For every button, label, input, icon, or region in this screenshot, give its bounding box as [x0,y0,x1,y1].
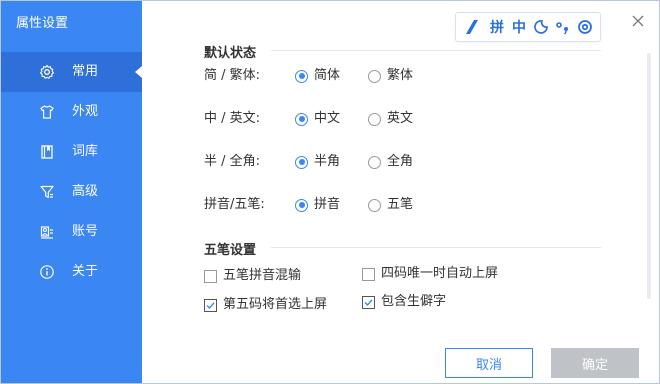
scrollbar[interactable] [647,53,651,299]
checkbox-box [362,267,375,281]
section-divider [271,50,601,51]
radio-chinese[interactable]: 中文 [295,111,340,127]
gear-icon [39,64,55,80]
radio-label: 中文 [314,111,341,126]
radio-circle [368,69,381,83]
radio-half-width[interactable]: 半角 [295,154,340,170]
sidebar-item-advanced[interactable]: 高级 [1,172,142,212]
radio-traditional[interactable]: 繁体 [368,68,413,84]
ok-button[interactable]: 确定 [551,348,639,378]
window-title: 属性设置 [16,16,69,31]
settings-window: 属性设置 常用 外观 词库 高级 账号 关于 拼 中 默认状态 简 / 繁体: … [0,0,660,384]
check-icon [364,298,373,306]
sidebar-item-label: 词库 [72,144,99,159]
checkbox-wubi-pinyin-mixed[interactable]: 五笔拼音混输 [204,268,301,284]
row-label-half-full-width: 半 / 全角: [204,154,261,169]
row-label-simplified-traditional: 简 / 繁体: [204,68,261,83]
checkbox-label: 五笔拼音混输 [223,268,302,283]
radio-circle [368,155,381,169]
radio-label: 五笔 [387,197,414,212]
settings-icon[interactable] [577,18,593,36]
row-label-chinese-english: 中 / 英文: [204,111,261,126]
account-icon [39,224,55,240]
radio-wubi[interactable]: 五笔 [368,197,413,213]
radio-label: 繁体 [387,68,414,83]
checkbox-four-code-auto-commit[interactable]: 四码唯一时自动上屏 [362,266,498,282]
filter-icon [39,184,55,200]
sidebar-item-label: 关于 [72,264,99,279]
radio-label: 拼音 [314,197,341,212]
sidebar-item-label: 高级 [72,184,99,199]
active-indicator [135,66,142,78]
radio-label: 简体 [314,68,341,83]
radio-circle [295,155,308,169]
radio-label: 半角 [314,154,341,169]
radio-simplified[interactable]: 简体 [295,68,340,84]
checkbox-box [204,269,217,283]
radio-circle [368,198,381,212]
radio-english[interactable]: 英文 [368,111,413,127]
cancel-button[interactable]: 取消 [445,348,533,378]
radio-label: 全角 [387,154,414,169]
book-icon [39,144,55,160]
info-icon [39,264,55,280]
checkbox-label: 第五码将首选上屏 [223,297,328,312]
sidebar: 属性设置 常用 外观 词库 高级 账号 关于 [1,1,142,383]
close-icon[interactable] [630,13,646,29]
sidebar-item-dictionary[interactable]: 词库 [1,132,142,172]
radio-pinyin[interactable]: 拼音 [295,197,340,213]
radio-circle [368,112,381,126]
moon-icon[interactable] [533,18,549,36]
checkbox-box [204,298,217,312]
logo-icon [464,18,480,36]
radio-circle [295,198,308,212]
sidebar-item-general[interactable]: 常用 [1,52,142,92]
section-divider [271,247,601,248]
sidebar-item-label: 账号 [72,224,99,239]
sidebar-item-label: 常用 [72,64,99,79]
pinyin-mode-label[interactable]: 拼 [489,18,505,36]
checkbox-include-rare-chars[interactable]: 包含生僻字 [362,294,446,310]
ime-toolbar-preview: 拼 中 [455,12,601,42]
row-label-pinyin-wubi: 拼音/五笔: [204,197,265,212]
check-icon [206,301,215,309]
radio-circle [295,69,308,83]
checkbox-box [362,295,375,309]
radio-label: 英文 [387,111,414,126]
checkbox-label: 四码唯一时自动上屏 [381,266,499,281]
checkbox-fifth-code-commit[interactable]: 第五码将首选上屏 [204,297,327,313]
section-title-default-state: 默认状态 [204,46,257,61]
radio-circle [295,112,308,126]
sidebar-item-appearance[interactable]: 外观 [1,92,142,132]
punctuation-icon[interactable] [555,18,571,36]
chinese-mode-label[interactable]: 中 [511,18,527,36]
radio-full-width[interactable]: 全角 [368,154,413,170]
sidebar-item-label: 外观 [72,104,99,119]
sidebar-item-account[interactable]: 账号 [1,212,142,252]
checkbox-label: 包含生僻字 [381,294,447,309]
sidebar-item-about[interactable]: 关于 [1,252,142,292]
tshirt-icon [39,104,55,120]
section-title-wubi: 五笔设置 [204,243,257,258]
